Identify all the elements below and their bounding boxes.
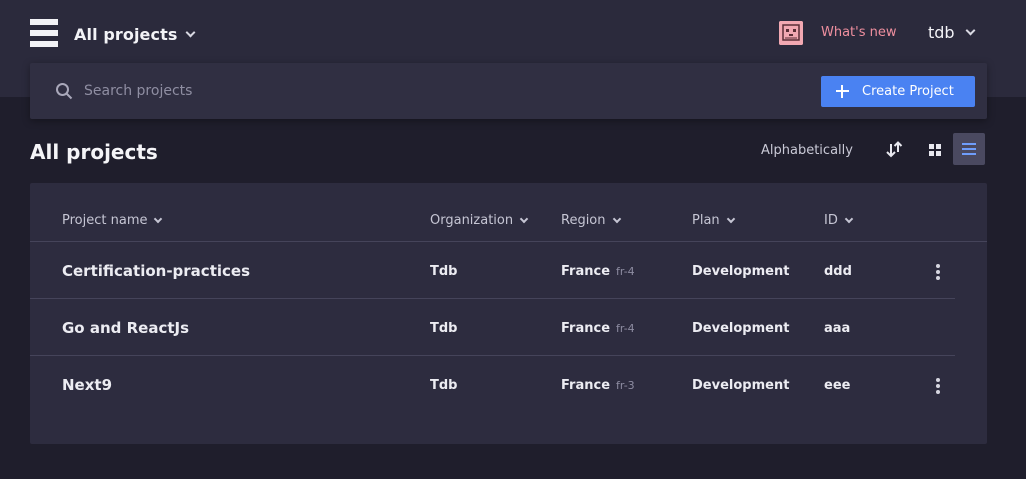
user-menu[interactable]: tdb [928,23,976,42]
projects-table: Project name Organization Region Plan ID… [30,183,987,444]
sort-dropdown[interactable]: Alphabetically [761,143,853,158]
region-name: France [561,264,611,279]
column-header-region[interactable]: Region [561,213,621,228]
top-navbar: All projects What's new tdb [0,0,1026,66]
region-name: France [561,378,611,393]
plan-cell: Development [692,378,790,393]
more-vertical-icon[interactable] [932,262,944,282]
more-vertical-icon[interactable] [932,376,944,396]
table-row[interactable]: Next9 Tdb France fr-3 Development eee [30,356,987,413]
id-cell: aaa [824,321,851,336]
id-cell: eee [824,378,851,393]
create-project-button[interactable]: Create Project [821,76,975,107]
chevron-down-icon [154,214,163,224]
organization-cell: Tdb [430,321,458,336]
column-label: Plan [692,213,720,228]
region-cell: France fr-4 [561,264,635,279]
column-header-plan[interactable]: Plan [692,213,735,228]
project-scope-selector[interactable]: All projects [74,23,196,45]
plus-icon [836,85,849,98]
region-name: France [561,321,611,336]
region-cell: France fr-3 [561,378,635,393]
project-name[interactable]: Certification-practices [62,262,250,280]
chevron-down-icon [844,214,854,224]
chevron-down-icon [186,27,196,37]
menu-logo-icon[interactable] [30,19,58,47]
column-label: Organization [430,213,514,228]
chevron-down-icon [726,214,735,224]
chevron-down-icon [519,214,529,224]
username: tdb [928,23,955,42]
project-name[interactable]: Next9 [62,376,112,394]
create-project-label: Create Project [862,84,954,99]
scope-label: All projects [74,24,178,44]
page-title: All projects [30,140,158,164]
id-cell: ddd [824,264,852,279]
grid-view-icon[interactable] [924,139,946,161]
table-row[interactable]: Go and ReactJs Tdb France fr-4 Developmen… [30,299,987,356]
avatar-cat-icon[interactable] [779,21,803,45]
region-cell: France fr-4 [561,321,635,336]
whats-new-link[interactable]: What's new [821,25,897,40]
plan-cell: Development [692,321,790,336]
table-row[interactable]: Certification-practices Tdb France fr-4 D… [30,242,987,299]
sort-direction-icon[interactable] [884,140,904,160]
plan-cell: Development [692,264,790,279]
column-label: Region [561,213,606,228]
list-view-icon[interactable] [953,133,985,165]
organization-cell: Tdb [430,378,458,393]
search-input[interactable] [84,80,784,102]
column-header-organization[interactable]: Organization [430,213,529,228]
region-code: fr-4 [616,322,635,335]
project-name[interactable]: Go and ReactJs [62,319,189,337]
column-label: Project name [62,213,148,228]
region-code: fr-3 [616,379,635,392]
column-header-id[interactable]: ID [824,213,854,228]
chevron-down-icon [965,25,976,36]
region-code: fr-4 [616,265,635,278]
column-label: ID [824,213,838,228]
organization-cell: Tdb [430,264,458,279]
column-header-project-name[interactable]: Project name [62,213,163,228]
search-icon [56,83,73,100]
search-bar: Create Project [30,63,987,119]
chevron-down-icon [612,214,621,224]
